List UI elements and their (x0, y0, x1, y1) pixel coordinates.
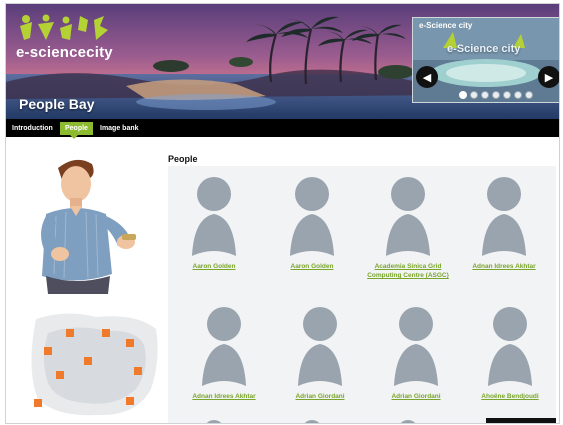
person-card[interactable]: Academia Sinica Grid Computing Centre (A… (362, 172, 454, 280)
carousel-dot[interactable] (459, 91, 467, 99)
chevron-left-icon: ◀ (422, 71, 432, 84)
person-card[interactable]: Adnan Idrees Akhtar (458, 172, 550, 271)
logo-figures-icon (20, 14, 108, 40)
person-name-link[interactable]: Adnan Idrees Akhtar (178, 392, 270, 401)
carousel-dot[interactable] (503, 91, 511, 99)
person-card[interactable]: Adrian Giordani (274, 302, 366, 401)
tab-introduction[interactable]: Introduction (10, 122, 55, 135)
featured-carousel[interactable]: e-Science city e-Science city ◀ ▶ (412, 17, 559, 103)
next-row-peek (206, 418, 556, 423)
carousel-dot[interactable] (492, 91, 500, 99)
person-card[interactable]: Aaron Golden (266, 172, 358, 271)
carousel-dot[interactable] (470, 91, 478, 99)
carousel-prev-button[interactable]: ◀ (416, 66, 438, 88)
person-card[interactable]: Adnan Idrees Akhtar (178, 302, 270, 401)
page-frame: e-sciencecity People Bay e-Science city … (5, 3, 560, 424)
carousel-slide-image (413, 18, 559, 102)
carousel-dot[interactable] (481, 91, 489, 99)
person-name-link[interactable]: Adnan Idrees Akhtar (458, 262, 550, 271)
guide-avatar-image (41, 159, 136, 294)
guide-avatar (26, 154, 146, 294)
person-silhouette-icon (482, 177, 526, 256)
person-silhouette-icon (290, 177, 334, 256)
people-grid: Aaron Golden Aaron Golden Academia Sinic… (168, 166, 556, 423)
tab-image-bank[interactable]: Image bank (98, 122, 141, 135)
person-name-link[interactable]: Adrian Giordani (274, 392, 366, 401)
person-silhouette-icon (386, 177, 430, 256)
person-silhouette-icon (192, 177, 236, 256)
carousel-dot[interactable] (525, 91, 533, 99)
person-silhouette-icon (202, 307, 246, 386)
person-name-link[interactable]: Aaron Golden (266, 262, 358, 271)
person-card[interactable]: Adrian Giordani (370, 302, 462, 401)
carousel-next-button[interactable]: ▶ (538, 66, 559, 88)
chevron-right-icon: ▶ (544, 71, 554, 84)
person-silhouette-icon (298, 307, 342, 386)
person-silhouette-icon (394, 307, 438, 386)
page-title: People Bay (19, 96, 95, 112)
person-name-link[interactable]: Ahoëne Bendjoudi (464, 392, 556, 401)
tab-bar: Introduction People Image bank (6, 119, 559, 139)
person-name-link[interactable]: Aaron Golden (168, 262, 260, 271)
person-name-link[interactable]: Academia Sinica Grid Computing Centre (A… (362, 262, 454, 280)
person-card[interactable]: Aaron Golden (168, 172, 260, 271)
person-card[interactable]: Ahoëne Bendjoudi (464, 302, 556, 401)
person-name-link[interactable]: Adrian Giordani (370, 392, 462, 401)
carousel-dots (459, 91, 533, 99)
brand-name: e-sciencecity (16, 44, 113, 61)
header-banner: e-sciencecity People Bay e-Science city … (6, 4, 559, 119)
person-silhouette-icon (488, 307, 532, 386)
tab-people[interactable]: People (60, 122, 93, 139)
minimap-image (31, 313, 158, 416)
island-minimap[interactable] (26, 309, 161, 419)
carousel-brand: e-Science city (447, 43, 521, 55)
section-title: People (168, 154, 198, 164)
carousel-title: e-Science city (419, 21, 473, 30)
carousel-dot[interactable] (514, 91, 522, 99)
